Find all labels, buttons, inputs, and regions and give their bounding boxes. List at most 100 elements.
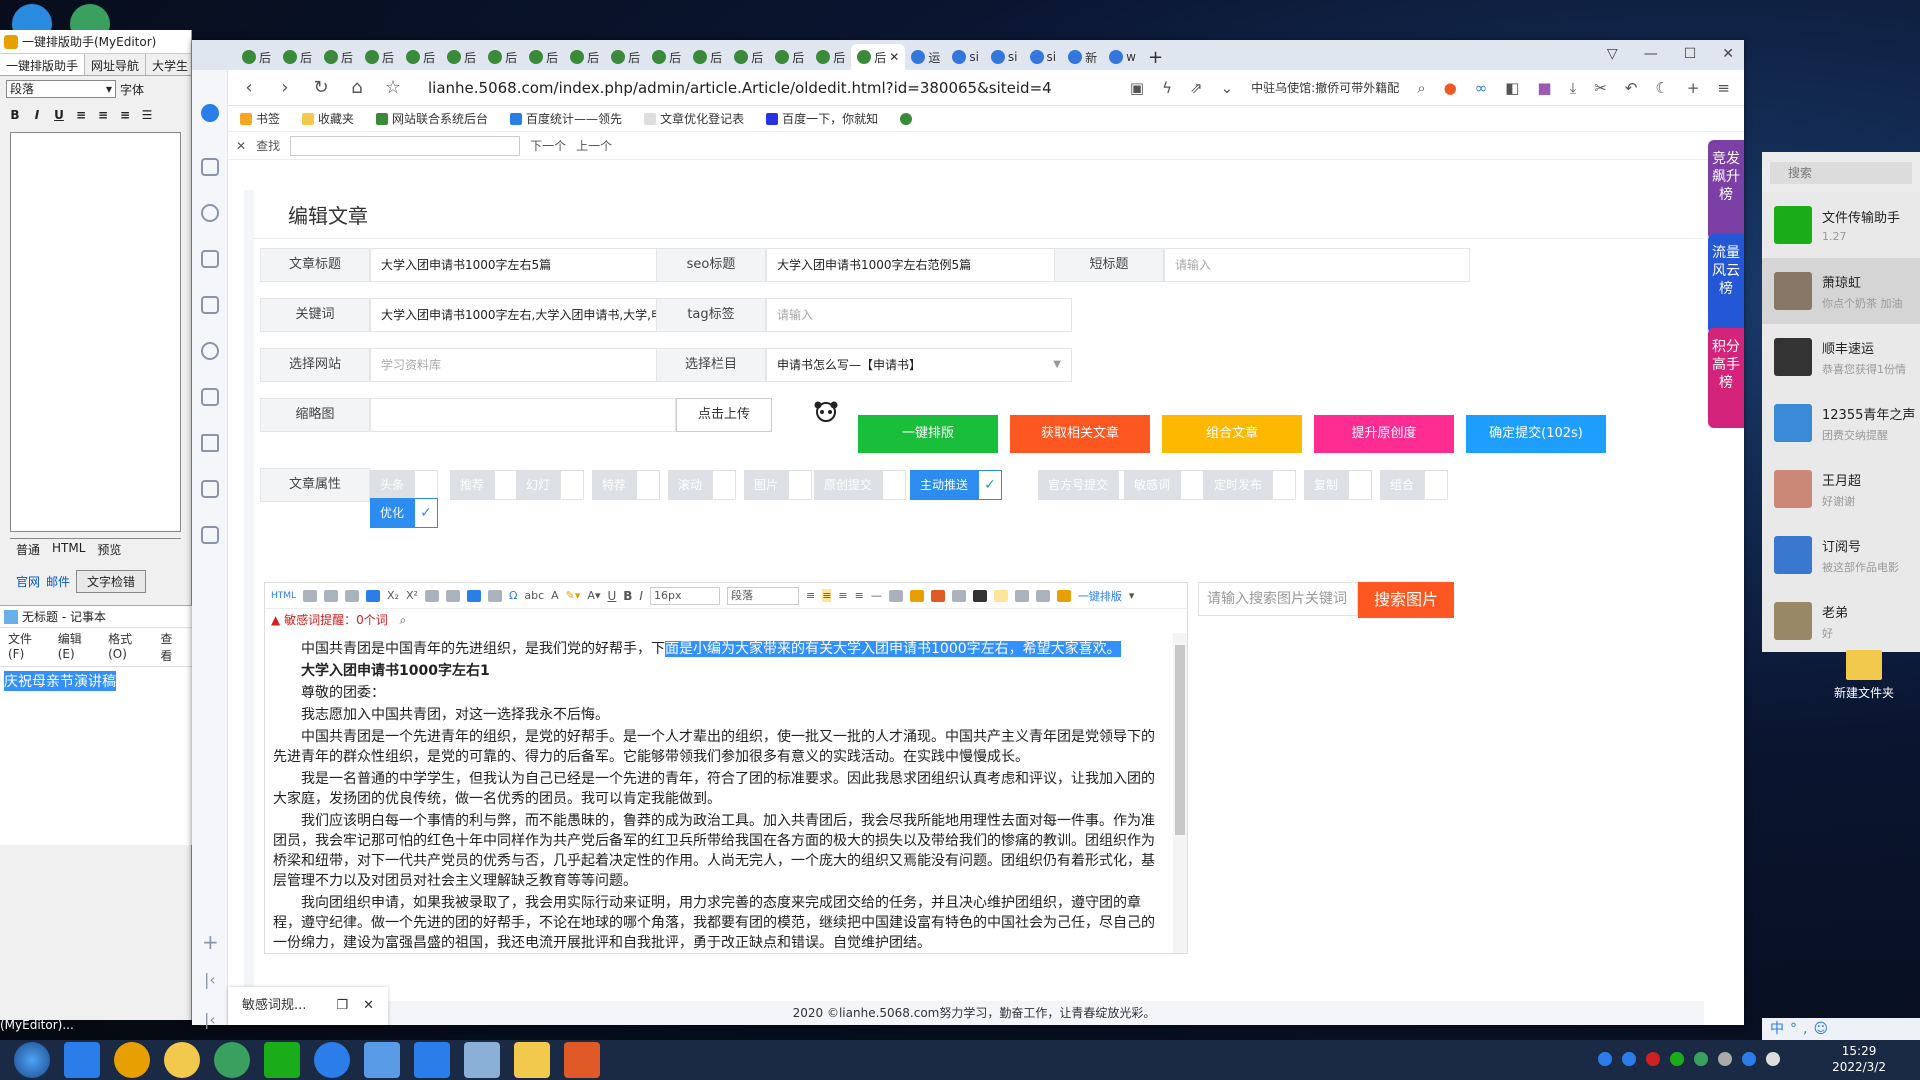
plus-icon[interactable]: + <box>1687 79 1700 97</box>
one-click-format-button[interactable]: 一键排版 <box>858 415 998 453</box>
clock[interactable]: 15:29 2022/3/2 <box>1832 1043 1886 1075</box>
checkbox[interactable] <box>560 470 585 500</box>
undo-icon[interactable]: ↶ <box>1625 79 1638 97</box>
highlight-icon[interactable]: ✎▾ <box>566 589 581 602</box>
chrome-icon[interactable] <box>114 1042 150 1078</box>
editor-paragraph[interactable]: 中国共青团是中国青年的先进组织，是我们党的好帮手，下面是小编为大家带来的有关大学… <box>273 639 1163 659</box>
browser-tab[interactable]: 后 <box>523 44 564 70</box>
editor-paragraph[interactable]: 我志愿加入中国共青团，对这一选择我永不后悔。 <box>273 705 1163 725</box>
seo-title-input[interactable]: 大学入团申请书1000字左右范例5篇 <box>766 248 1072 282</box>
taskbar-app-icon[interactable] <box>364 1042 400 1078</box>
translate-icon[interactable] <box>201 480 219 498</box>
notepad-menu-format[interactable]: 格式(O) <box>108 630 150 664</box>
live-icon[interactable] <box>201 250 219 268</box>
site-select[interactable]: 学习资料库▼ <box>370 348 676 382</box>
shirt-icon[interactable]: ▽ <box>1607 46 1618 62</box>
find-replace-icon[interactable] <box>972 589 987 602</box>
checkbox[interactable] <box>788 470 813 500</box>
collapse-icon[interactable]: |‹ <box>204 970 216 989</box>
myeditor-link-mail[interactable]: 邮件 <box>46 573 70 590</box>
scrollbar-thumb[interactable] <box>1175 645 1185 835</box>
rank-traffic-tab[interactable]: 流量风云榜 <box>1708 234 1744 334</box>
myeditor-style-select[interactable]: 段落 ▾ <box>6 80 116 98</box>
star-icon[interactable] <box>201 434 219 452</box>
volume-icon[interactable] <box>1766 1052 1780 1066</box>
editor-paragraph[interactable]: 中国共青团是一个先进青年的组织，是党的好帮手。是一个人才辈出的组织，使一批又一批… <box>273 727 1163 767</box>
rank-surge-tab[interactable]: 竞发飙升榜 <box>1708 140 1744 240</box>
browser-tab[interactable]: w <box>1103 44 1142 70</box>
myeditor-mode-html[interactable]: HTML <box>46 539 91 560</box>
myeditor-tab-2[interactable]: 大学生 <box>146 54 196 75</box>
anchor-icon[interactable] <box>466 589 481 602</box>
myeditor-text-area[interactable] <box>10 132 181 532</box>
attribute-toggle[interactable]: 原创提交 <box>814 470 907 500</box>
taskbar-app-icon[interactable] <box>214 1042 250 1078</box>
tray-icon[interactable] <box>1742 1052 1756 1066</box>
infinity-icon[interactable]: ∞ <box>1475 79 1488 97</box>
eraser-icon[interactable] <box>1035 589 1050 602</box>
bookmark-item[interactable]: 网站联合系统后台 <box>376 110 488 127</box>
subscript-icon[interactable]: X₂ <box>387 589 399 602</box>
site-icon[interactable] <box>900 112 913 125</box>
browser-tab[interactable]: 新 <box>1062 44 1103 70</box>
tray-icon[interactable] <box>1598 1052 1612 1066</box>
strikethrough-icon[interactable]: abc <box>524 589 544 602</box>
star-icon[interactable]: ☆ <box>384 77 402 98</box>
tray-icon[interactable] <box>1622 1052 1636 1066</box>
bookmark-item[interactable]: 百度统计——领先 <box>510 110 622 127</box>
attribute-toggle[interactable]: 幻灯 <box>516 470 585 500</box>
start-button[interactable] <box>14 1042 50 1078</box>
search-icon[interactable] <box>201 342 219 360</box>
list-icon[interactable]: ☰ <box>138 106 156 124</box>
browser-tab[interactable]: 后 <box>400 44 441 70</box>
get-related-articles-button[interactable]: 获取相关文章 <box>1010 415 1150 453</box>
browser-tab[interactable]: 后 <box>687 44 728 70</box>
checkbox[interactable] <box>882 470 907 500</box>
checkbox[interactable] <box>636 470 661 500</box>
tray-icon[interactable] <box>1694 1052 1708 1066</box>
image-icon[interactable] <box>888 589 903 602</box>
rank-points-tab[interactable]: 积分高手榜 <box>1708 328 1744 428</box>
attribute-toggle[interactable]: 头条 <box>370 470 439 500</box>
browser-tab[interactable]: si <box>946 44 985 70</box>
taskbar-app-icon[interactable] <box>414 1042 450 1078</box>
notepad-menu-edit[interactable]: 编辑(E) <box>58 630 98 664</box>
editor-body[interactable]: 中国共青团是中国青年的先进组织，是我们党的好帮手，下面是小编为大家带来的有关大学… <box>265 633 1171 953</box>
cube-icon[interactable] <box>201 158 219 176</box>
plus-icon[interactable]: + <box>202 930 219 954</box>
download-icon[interactable]: ⤓ <box>1570 79 1577 97</box>
news-ticker[interactable]: 中驻乌使馆:撤侨可带外籍配 <box>1251 79 1399 96</box>
browser-tab[interactable]: si <box>985 44 1024 70</box>
editor-paragraph[interactable]: 尊敬的团委： <box>273 683 1163 703</box>
italic-icon[interactable]: I <box>28 106 46 124</box>
improve-originality-button[interactable]: 提升原创度 <box>1314 415 1454 453</box>
omega-icon[interactable]: Ω <box>509 589 517 602</box>
italic-icon[interactable]: I <box>639 589 643 603</box>
maximize-icon[interactable]: ☐ <box>1684 46 1697 62</box>
minimize-icon[interactable]: — <box>1644 46 1658 62</box>
bookmark-item[interactable]: 文章优化登记表 <box>644 110 744 127</box>
checkbox[interactable] <box>1424 470 1449 500</box>
selected-text[interactable]: 面是小编为大家带来的有关大学入团申请书1000字左右，希望大家喜欢。 <box>665 641 1121 657</box>
browser-tab[interactable]: si <box>1024 44 1063 70</box>
browser-tab-active[interactable]: 后 ✕ <box>851 44 906 70</box>
extension-icon[interactable]: ◧ <box>1505 79 1519 97</box>
browser-tab[interactable]: 后 <box>810 44 851 70</box>
paste-icon[interactable] <box>993 589 1008 602</box>
attribute-toggle[interactable]: 图片 <box>744 470 813 500</box>
find-input[interactable] <box>290 135 521 156</box>
lightning-icon[interactable]: ϟ <box>1162 79 1172 97</box>
checkmark-icon[interactable]: ✓ <box>978 470 1003 500</box>
attribute-toggle[interactable]: 滚动 <box>668 470 737 500</box>
editor-paragraph[interactable]: 我是一名普通的中学学生，但我认为自己已经是一个先进的青年，符合了团的标准要求。因… <box>273 769 1163 809</box>
browser-tab[interactable]: 后 <box>646 44 687 70</box>
chevron-down-icon[interactable]: ▾ <box>1129 589 1135 602</box>
game-icon[interactable]: ● <box>1444 79 1457 97</box>
magic-icon[interactable] <box>1056 589 1071 602</box>
checkbox[interactable] <box>1348 470 1373 500</box>
close-icon[interactable]: ✕ <box>1722 46 1734 62</box>
format-icon[interactable] <box>303 589 318 602</box>
chat-item[interactable]: 文件传输助手 1.27 <box>1762 192 1920 258</box>
sensitive-word-popup[interactable]: 敏感词规... ❐ ✕ <box>228 987 388 1025</box>
column-select[interactable]: 申请书怎么写—【申请书】 ▼ <box>766 348 1072 382</box>
